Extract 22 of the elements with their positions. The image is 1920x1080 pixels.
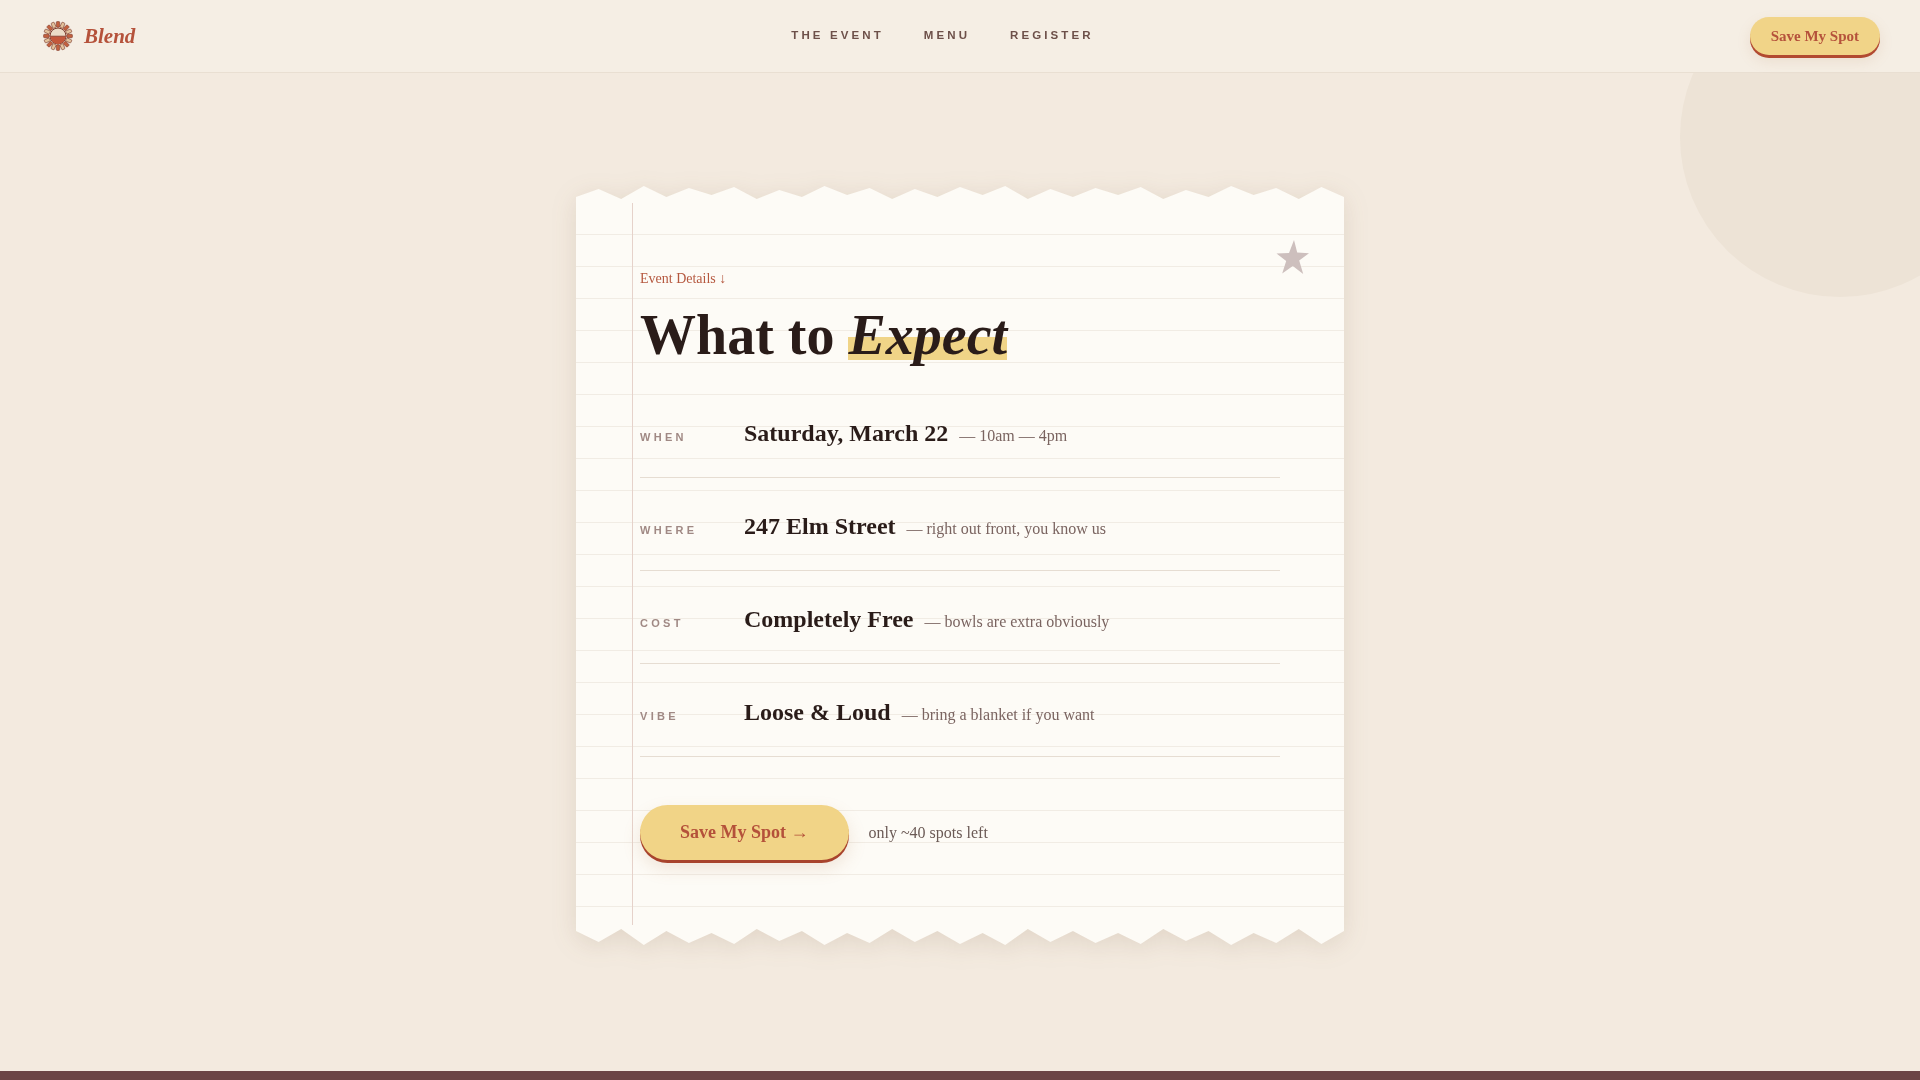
detail-value: 247 Elm Street	[744, 512, 896, 541]
section-title: What to Expect	[640, 303, 1008, 367]
detail-value: Completely Free	[744, 605, 914, 634]
detail-label: VIBE	[640, 709, 680, 723]
nav-link[interactable]: REGISTER	[1010, 30, 1094, 42]
detail-label: WHEN	[640, 430, 688, 444]
detail-label: WHERE	[640, 523, 699, 537]
nav-link[interactable]: MENU	[923, 30, 971, 42]
sunburst-bowl-icon	[43, 21, 73, 51]
detail-note: — right out front, you know us	[906, 519, 1107, 539]
detail-note: — bring a blanket if you want	[901, 705, 1095, 725]
detail-value: Loose & Loud	[744, 698, 891, 727]
detail-value: Saturday, March 22	[744, 419, 949, 448]
save-spot-button[interactable]: Save My Spot →	[640, 805, 849, 860]
nav-link[interactable]: THE EVENT	[791, 30, 884, 42]
save-spot-button[interactable]: Save My Spot	[1749, 17, 1880, 55]
detail-label: COST	[640, 616, 685, 630]
detail-note: — bowls are extra obviously	[924, 612, 1110, 632]
spots-left-note: only ~40 spots left	[868, 822, 988, 844]
section-kicker: Event Details ↓	[640, 270, 727, 288]
brand-name: Blend	[84, 25, 136, 47]
detail-note: — 10am — 4pm	[959, 426, 1068, 446]
